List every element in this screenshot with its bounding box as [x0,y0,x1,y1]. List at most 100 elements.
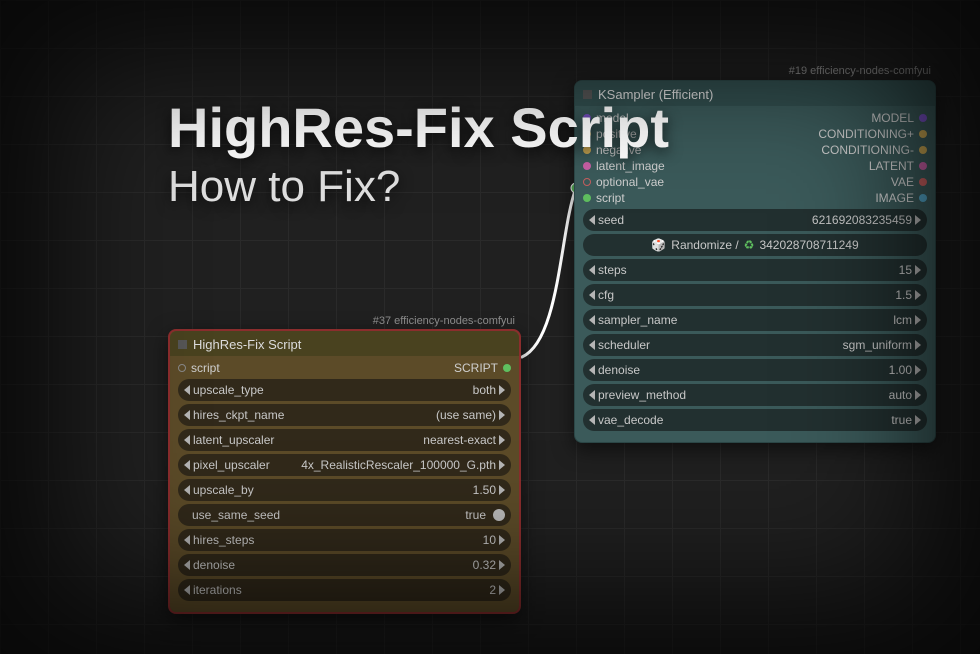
param-iterations[interactable]: iterations2 [178,579,511,601]
chevron-right-icon[interactable] [499,535,505,545]
chevron-right-icon[interactable] [915,265,921,275]
chevron-left-icon[interactable] [184,560,190,570]
param-value: both [473,383,496,397]
chevron-left-icon[interactable] [589,415,595,425]
port-ring-icon [178,364,186,372]
chevron-right-icon[interactable] [915,365,921,375]
port-dot-icon [503,364,511,372]
param-value: true [891,413,912,427]
param-value: 1.5 [895,288,912,302]
port-dot-icon [919,114,927,122]
port-label: optional_vae [596,175,664,189]
param-label: hires_ckpt_name [193,408,284,422]
param-value: 621692083235459 [812,213,912,227]
param-denoise[interactable]: denoise 0.32 [178,554,511,576]
chevron-right-icon[interactable] [915,315,921,325]
chevron-right-icon[interactable] [915,290,921,300]
param-scheduler[interactable]: scheduler sgm_uniform [583,334,927,356]
chevron-right-icon[interactable] [499,435,505,445]
chevron-left-icon[interactable] [184,485,190,495]
toggle-knob-icon[interactable] [493,509,505,521]
port-label: script [191,361,220,375]
param-use-same-seed[interactable]: use_same_seedtrue [178,504,511,526]
param-value: 2 [489,583,496,597]
param-sampler-name[interactable]: sampler_name lcm [583,309,927,331]
param-value: 1.00 [889,363,912,377]
param-value: auto [889,388,912,402]
param-vae-decode[interactable]: vae_decode true [583,409,927,431]
chevron-right-icon[interactable] [915,390,921,400]
chevron-left-icon[interactable] [589,215,595,225]
chevron-right-icon[interactable] [499,460,505,470]
chevron-left-icon[interactable] [589,365,595,375]
port-dot-icon [583,162,591,170]
output-port-script[interactable]: script SCRIPT [178,360,511,376]
port-row-vae[interactable]: optional_vae VAE [583,174,927,190]
node-id-label: #19 efficiency-nodes-comfyui [789,65,931,77]
chevron-right-icon[interactable] [499,560,505,570]
port-type: MODEL [871,111,914,125]
port-row-latent[interactable]: latent_imageLATENT [583,158,927,174]
param-value: 0.32 [473,558,496,572]
port-dot-icon [583,194,591,202]
param-latent-upscaler[interactable]: latent_upscalernearest-exact [178,429,511,451]
chevron-left-icon[interactable] [589,265,595,275]
param-preview-method[interactable]: preview_methodauto [583,384,927,406]
param-label: pixel_upscaler [193,458,270,472]
param-denoise[interactable]: denoise 1.00 [583,359,927,381]
port-type: SCRIPT [454,361,498,375]
port-dot-icon [919,130,927,138]
randomize-button[interactable]: 🎲Randomize /♻342028708711249 [583,234,927,256]
chevron-right-icon[interactable] [499,485,505,495]
port-dot-icon [919,146,927,154]
chevron-right-icon[interactable] [915,215,921,225]
node-id-label: #37 efficiency-nodes-comfyui [373,315,515,327]
param-pixel-upscaler[interactable]: pixel_upscaler4x_RealisticRescaler_10000… [178,454,511,476]
chevron-left-icon[interactable] [589,290,595,300]
param-label: scheduler [598,338,650,352]
param-label: steps [598,263,627,277]
param-upscale-by[interactable]: upscale_by1.50 [178,479,511,501]
randomize-label: Randomize / [671,238,738,252]
param-label: vae_decode [598,413,663,427]
node-highres-fix[interactable]: #37 efficiency-nodes-comfyui HighRes-Fix… [168,329,521,614]
param-label: hires_steps [193,533,254,547]
collapse-icon[interactable] [178,340,187,349]
chevron-right-icon[interactable] [499,585,505,595]
overlay-subtitle: How to Fix? [168,162,400,212]
param-cfg[interactable]: cfg 1.5 [583,284,927,306]
param-hires-ckpt[interactable]: hires_ckpt_name(use same) [178,404,511,426]
chevron-left-icon[interactable] [184,410,190,420]
port-dot-icon [919,194,927,202]
node-header[interactable]: HighRes-Fix Script [170,331,519,356]
param-steps[interactable]: steps15 [583,259,927,281]
param-label: denoise [193,558,235,572]
chevron-right-icon[interactable] [499,410,505,420]
port-type: VAE [891,175,914,189]
param-label: cfg [598,288,614,302]
param-label: sampler_name [598,313,677,327]
param-upscale-type[interactable]: upscale_typeboth [178,379,511,401]
chevron-left-icon[interactable] [184,435,190,445]
chevron-right-icon[interactable] [499,385,505,395]
param-hires-steps[interactable]: hires_steps10 [178,529,511,551]
chevron-left-icon[interactable] [589,340,595,350]
port-label: script [596,191,625,205]
chevron-left-icon[interactable] [589,315,595,325]
param-label: seed [598,213,624,227]
chevron-left-icon[interactable] [184,535,190,545]
param-seed[interactable]: seed 621692083235459 [583,209,927,231]
param-label: denoise [598,363,640,377]
chevron-left-icon[interactable] [184,585,190,595]
chevron-left-icon[interactable] [184,385,190,395]
chevron-left-icon[interactable] [589,390,595,400]
port-type: IMAGE [875,191,914,205]
chevron-right-icon[interactable] [915,415,921,425]
port-type: LATENT [869,159,914,173]
param-value: 1.50 [473,483,496,497]
chevron-right-icon[interactable] [915,340,921,350]
param-value: sgm_uniform [843,338,912,352]
param-value: lcm [893,313,912,327]
port-row-script-image[interactable]: script IMAGE [583,190,927,206]
chevron-left-icon[interactable] [184,460,190,470]
